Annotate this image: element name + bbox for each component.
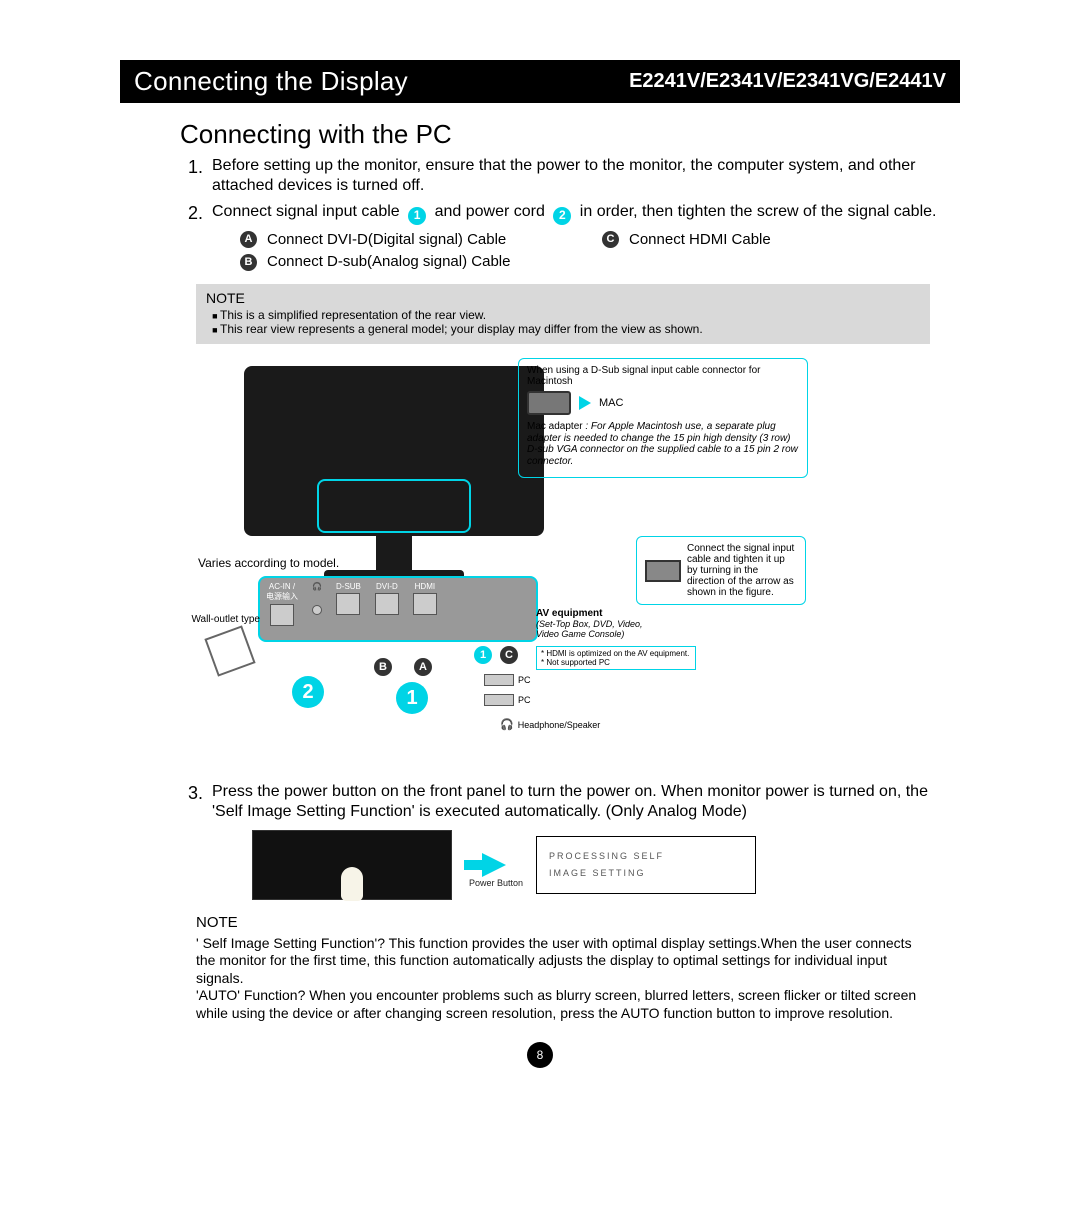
- step-3-text: Press the power button on the front pane…: [212, 783, 928, 820]
- note1-item-1: This is a simplified representation of t…: [220, 308, 920, 322]
- mac-label: MAC: [599, 397, 623, 409]
- mac-connector-icon: [527, 391, 571, 415]
- hdmi-note-b: * Not supported PC: [541, 658, 691, 667]
- audio-icon: 🎧: [312, 582, 322, 591]
- step-3: Press the power button on the front pane…: [188, 782, 940, 900]
- av-eq-title: AV equipment: [536, 608, 656, 619]
- diagram-marker-1r-icon: 1: [474, 646, 492, 664]
- sub-a-text: Connect DVI-D(Digital signal) Cable: [267, 231, 506, 250]
- sub-b: B Connect D-sub(Analog signal) Cable: [236, 253, 578, 272]
- note-box-2: NOTE ' Self Image Setting Function'? Thi…: [196, 914, 930, 1022]
- diagram-marker-1-icon: 1: [396, 682, 428, 714]
- mac-head-text: When using a D-Sub signal input cable co…: [527, 365, 799, 387]
- note1-title: NOTE: [206, 290, 920, 306]
- arrow-right-icon: [579, 396, 591, 410]
- port-acin-label-a: AC-IN /: [266, 582, 298, 591]
- hdmi-note-a: * HDMI is optimized on the AV equipment.: [541, 649, 691, 658]
- marker-2-icon: 2: [553, 207, 571, 225]
- sub-b-text: Connect D-sub(Analog signal) Cable: [267, 253, 510, 272]
- connection-diagram: Varies according to model. AC-IN / 电源输入 …: [200, 356, 940, 776]
- port-dsub-label: D-SUB: [336, 582, 361, 591]
- av-eq-sub: (Set-Top Box, DVD, Video, Video Game Con…: [536, 619, 656, 639]
- av-equipment-label: AV equipment (Set-Top Box, DVD, Video, V…: [536, 608, 656, 639]
- port-audio: 🎧: [312, 582, 322, 615]
- osd-line-2: IMAGE SETTING: [549, 868, 743, 879]
- arrow-right-large-icon: [482, 853, 506, 877]
- sub-c: C Connect HDMI Cable: [598, 231, 940, 250]
- power-button-label: Power Button: [469, 878, 523, 889]
- ac-connector-icon: [270, 604, 294, 626]
- step-2-text-b: and power cord: [435, 203, 545, 220]
- port-dsub: D-SUB: [336, 582, 361, 615]
- pc-connector-icon-2: [484, 694, 514, 706]
- step-1: Before setting up the monitor, ensure th…: [188, 156, 940, 196]
- varies-label: Varies according to model.: [198, 556, 339, 570]
- headphone-row: 🎧 Headphone/Speaker: [500, 718, 600, 731]
- pc-connector-icon: [484, 674, 514, 686]
- pc-conn-row-1: PC: [484, 674, 531, 686]
- dvid-connector-icon: [375, 593, 399, 615]
- pc-label-2: PC: [518, 695, 531, 705]
- mac-adapter-box: When using a D-Sub signal input cable co…: [518, 358, 808, 478]
- model-list: E2241V/E2341V/E2341VG/E2441V: [629, 70, 946, 93]
- step3-illustration: Power Button PROCESSING SELF IMAGE SETTI…: [252, 830, 940, 900]
- note2-title: NOTE: [196, 914, 930, 933]
- diagram-marker-2-icon: 2: [292, 676, 324, 708]
- sub-a: A Connect DVI-D(Digital signal) Cable: [236, 231, 578, 250]
- step-1-text: Before setting up the monitor, ensure th…: [212, 157, 916, 194]
- marker-a-icon: A: [240, 231, 257, 248]
- hdmi-connector-icon: [413, 593, 437, 615]
- note-box-1: NOTE This is a simplified representation…: [196, 284, 930, 344]
- cable-sub-list: A Connect DVI-D(Digital signal) Cable C …: [236, 231, 940, 273]
- wall-outlet-text: Wall-outlet type: [191, 614, 260, 625]
- headphone-label: Headphone/Speaker: [518, 720, 601, 730]
- marker-b-icon: B: [240, 254, 257, 271]
- pc-label-1: PC: [518, 675, 531, 685]
- sub-c-text: Connect HDMI Cable: [629, 231, 771, 250]
- port-acin-label-b: 电源输入: [266, 591, 298, 602]
- mac-conn-row: MAC: [527, 391, 799, 415]
- osd-message-box: PROCESSING SELF IMAGE SETTING: [536, 836, 756, 895]
- diagram-marker-b-icon: B: [374, 658, 392, 676]
- dsub-connector-icon: [336, 593, 360, 615]
- section-title: Connecting with the PC: [180, 119, 960, 150]
- audio-connector-icon: [312, 605, 322, 615]
- header-title: Connecting the Display: [134, 66, 408, 97]
- port-dvid: DVI-D: [375, 582, 399, 615]
- port-hdmi: HDMI: [413, 582, 437, 615]
- wall-outlet-icon: [204, 625, 255, 676]
- steps-list: Before setting up the monitor, ensure th…: [188, 156, 940, 272]
- diagram-marker-a-icon: A: [414, 658, 432, 676]
- step-2-text-a: Connect signal input cable: [212, 203, 400, 220]
- hdmi-note-box: * HDMI is optimized on the AV equipment.…: [536, 646, 696, 670]
- port-panel: AC-IN / 电源输入 🎧 D-SUB DVI-D HDMI: [258, 576, 538, 642]
- port-dvid-label: DVI-D: [375, 582, 399, 591]
- wall-outlet-label: Wall-outlet type: [190, 614, 260, 671]
- osd-line-1: PROCESSING SELF: [549, 851, 743, 862]
- note2-p1: ' Self Image Setting Function'? This fun…: [196, 935, 912, 986]
- marker-c-icon: C: [602, 231, 619, 248]
- mac-lead: Mac adapter: [527, 421, 583, 432]
- step-2: Connect signal input cable 1 and power c…: [188, 202, 940, 272]
- note1-item-2: This rear view represents a general mode…: [220, 322, 920, 336]
- steps-list-cont: Press the power button on the front pane…: [188, 782, 940, 900]
- tighten-text: Connect the signal input cable and tight…: [687, 543, 797, 598]
- marker-1-icon: 1: [408, 207, 426, 225]
- front-panel-icon: Power Button: [252, 830, 452, 900]
- port-acin: AC-IN / 电源输入: [266, 582, 298, 626]
- page-header: Connecting the Display E2241V/E2341V/E23…: [120, 60, 960, 103]
- step-2-text-c: in order, then tighten the screw of the …: [580, 203, 937, 220]
- port-hdmi-label: HDMI: [413, 582, 437, 591]
- pc-conn-row-2: PC: [484, 694, 531, 706]
- page-number: 8: [527, 1042, 553, 1068]
- diagram-marker-c2-icon: C: [500, 646, 518, 664]
- mac-desc: Mac adapter : For Apple Macintosh use, a…: [527, 421, 799, 467]
- note2-p2: 'AUTO' Function? When you encounter prob…: [196, 987, 916, 1021]
- tighten-connector-icon: [645, 560, 681, 582]
- tighten-box: Connect the signal input cable and tight…: [636, 536, 806, 605]
